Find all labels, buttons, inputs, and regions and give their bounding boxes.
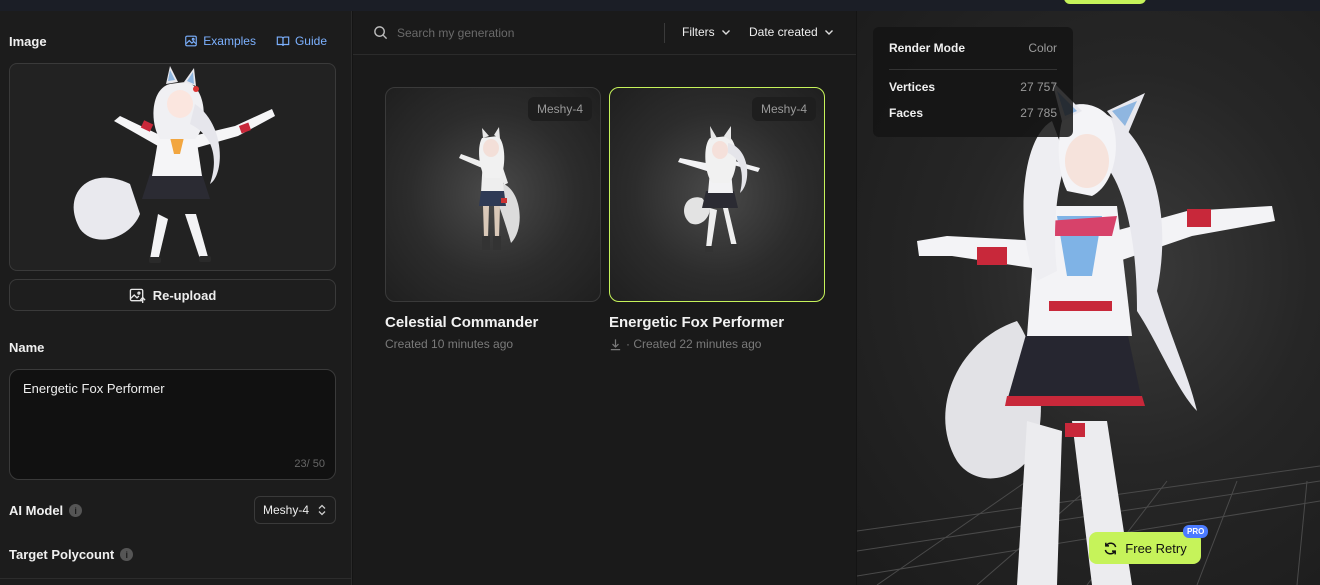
book-icon <box>276 36 290 46</box>
examples-link[interactable]: Examples <box>184 34 256 48</box>
refresh-icon <box>1104 542 1117 554</box>
chevron-down-icon <box>824 30 833 35</box>
pro-badge: PRO <box>1183 525 1209 538</box>
image-icon <box>185 35 198 47</box>
filters-dropdown[interactable]: Filters <box>682 25 731 39</box>
guide-link[interactable]: Guide <box>276 34 327 48</box>
divider <box>889 69 1057 70</box>
generation-card-selected[interactable]: Meshy-4 Energetic Fox Performer · Create… <box>609 87 825 351</box>
uploaded-image-preview[interactable] <box>9 63 336 271</box>
faces-label: Faces <box>889 106 924 120</box>
search-toolbar: Filters Date created <box>353 11 856 55</box>
card-title: Celestial Commander <box>385 314 539 331</box>
generation-list-panel: Filters Date created <box>353 11 856 585</box>
download-icon[interactable] <box>609 338 622 351</box>
sort-dropdown[interactable]: Date created <box>749 25 834 39</box>
render-mode-label: Render Mode <box>889 41 966 55</box>
filters-label: Filters <box>682 25 715 39</box>
card-meta: Created 10 minutes ago <box>385 337 601 351</box>
vertices-row: Vertices 27 757 <box>889 78 1057 96</box>
3d-model-viewer[interactable]: Render Mode Color Vertices 27 757 Faces … <box>857 11 1320 585</box>
top-action-button[interactable] <box>1064 0 1146 4</box>
free-retry-label: Free Retry <box>1125 540 1187 556</box>
reupload-button[interactable]: Re-upload <box>9 279 336 311</box>
ai-model-row: AI Model i <box>9 503 83 518</box>
chevron-down-icon <box>721 30 730 35</box>
guide-label: Guide <box>294 34 327 48</box>
reupload-label: Re-upload <box>152 287 217 303</box>
card-title: Energetic Fox Performer <box>609 314 785 331</box>
help-links: Examples Guide <box>184 34 327 48</box>
card-meta: · Created 22 minutes ago <box>609 337 825 351</box>
target-polycount-label: Target Polycount <box>9 547 115 562</box>
search-input[interactable] <box>397 24 647 42</box>
render-mode-value: Color <box>1028 41 1057 55</box>
name-value: Energetic Fox Performer <box>23 381 165 396</box>
divider <box>664 23 665 43</box>
vertices-label: Vertices <box>889 80 936 94</box>
name-textarea[interactable]: Energetic Fox Performer 23/ 50 <box>9 369 336 480</box>
examples-label: Examples <box>203 34 256 48</box>
model-badge: Meshy-4 <box>751 97 816 121</box>
image-upload-icon <box>129 288 146 303</box>
info-icon[interactable]: i <box>69 504 83 517</box>
ai-model-label: AI Model <box>9 503 64 518</box>
free-retry-button[interactable]: Free Retry <box>1089 532 1201 564</box>
card-timestamp: Created 10 minutes ago <box>385 337 514 351</box>
render-mode-row[interactable]: Render Mode Color <box>889 27 1057 69</box>
model-badge: Meshy-4 <box>527 97 592 121</box>
name-section-title: Name <box>9 340 45 355</box>
search-icon <box>374 26 388 40</box>
faces-value: 27 785 <box>1020 106 1057 120</box>
sort-label: Date created <box>749 25 818 39</box>
model-info-panel: Render Mode Color Vertices 27 757 Faces … <box>873 27 1073 137</box>
fox-girl-character-image <box>73 66 275 263</box>
card-thumbnail: Meshy-4 <box>385 87 601 302</box>
updown-chevron-icon <box>318 504 326 516</box>
left-panel: Image Examples Guide Re-upload Name Ener… <box>0 11 352 585</box>
ai-model-value: Meshy-4 <box>263 503 310 517</box>
vertices-value: 27 757 <box>1020 80 1057 94</box>
target-polycount-row: Target Polycount i <box>9 547 134 562</box>
info-icon[interactable]: i <box>120 548 134 561</box>
divider <box>0 578 352 579</box>
generation-card[interactable]: Meshy-4 Celestial Commander Created 10 m… <box>385 87 601 351</box>
ai-model-select[interactable]: Meshy-4 <box>254 496 336 524</box>
card-thumbnail: Meshy-4 <box>609 87 825 302</box>
faces-row: Faces 27 785 <box>889 104 1057 122</box>
card-timestamp: · Created 22 minutes ago <box>626 337 762 351</box>
character-count: 23/ 50 <box>294 458 325 470</box>
image-section-title: Image <box>9 34 47 49</box>
